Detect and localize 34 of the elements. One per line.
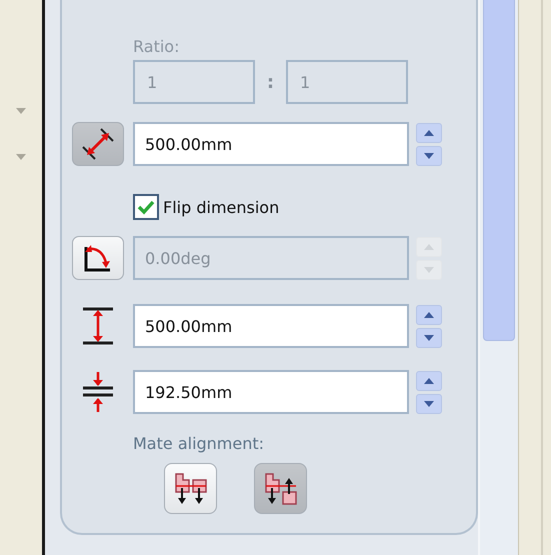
spin-up-button[interactable] xyxy=(416,304,442,324)
checkbox[interactable] xyxy=(133,194,159,220)
dimension-icon xyxy=(81,127,115,161)
value-field[interactable]: 500.00mm xyxy=(133,122,409,166)
alignment-button[interactable] xyxy=(254,463,307,514)
ratio-separator: : xyxy=(266,72,276,92)
spin-up-button[interactable] xyxy=(416,122,442,142)
caret-icon xyxy=(16,108,26,114)
scrollbar-thumb[interactable] xyxy=(483,0,515,341)
alignment-button[interactable] xyxy=(164,463,217,514)
flip-checkbox[interactable]: Flip dimension xyxy=(133,192,476,222)
value-field[interactable]: 500.00mm xyxy=(133,304,409,348)
spin-down-button[interactable] xyxy=(416,146,442,166)
up-arrow-icon xyxy=(424,312,434,318)
mate-alignment-label: Mate alignment: xyxy=(133,433,266,455)
down-arrow-icon xyxy=(424,400,434,406)
down-arrow-icon xyxy=(424,266,434,272)
down-arrow-icon xyxy=(424,152,434,158)
opposite-direction-icon xyxy=(264,472,298,506)
same-direction-icon xyxy=(174,472,208,506)
spin-down-button[interactable] xyxy=(416,394,442,414)
spin-down-button[interactable] xyxy=(416,328,442,348)
height-icon xyxy=(80,307,116,345)
tool-button[interactable] xyxy=(72,122,124,166)
up-arrow-icon xyxy=(424,130,434,136)
caret-icon xyxy=(16,154,26,160)
down-arrow-icon xyxy=(424,334,434,340)
up-arrow-icon xyxy=(424,244,434,250)
spin-up-button[interactable] xyxy=(416,370,442,390)
ratio-label: Ratio: xyxy=(133,36,180,58)
value-field[interactable]: 192.50mm xyxy=(133,370,409,414)
check-icon xyxy=(137,199,155,215)
up-arrow-icon xyxy=(424,378,434,384)
offset-icon xyxy=(80,372,116,412)
